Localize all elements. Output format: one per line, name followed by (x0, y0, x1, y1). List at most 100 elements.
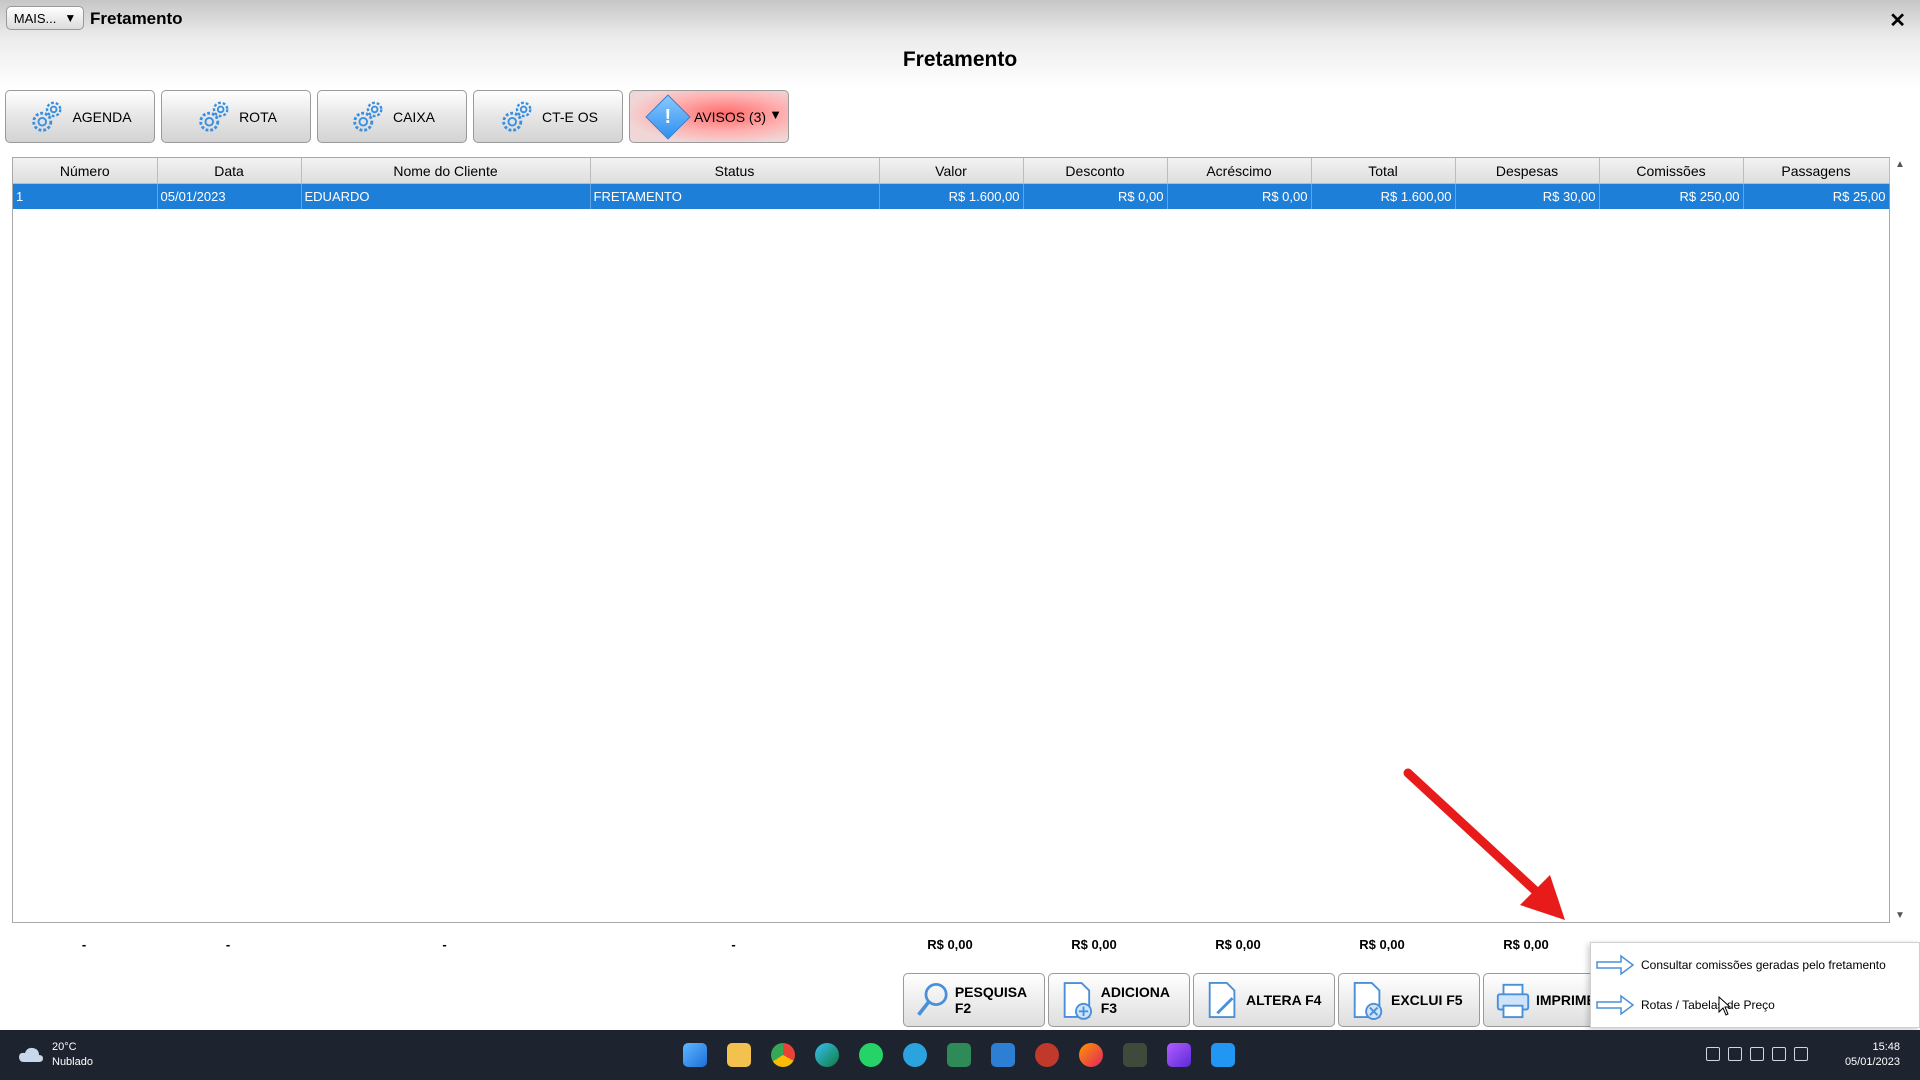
column-header-status[interactable]: Status (590, 158, 880, 184)
fretamento-app-icon[interactable] (1123, 1043, 1147, 1067)
rota-label: ROTA (239, 108, 277, 125)
total-acrescimo: R$ 0,00 (1215, 937, 1261, 952)
column-header-nome-cliente[interactable]: Nome do Cliente (301, 158, 591, 184)
column-header-total[interactable]: Total (1311, 158, 1456, 184)
remote-app-icon[interactable] (1211, 1043, 1235, 1067)
cell-acrescimo: R$ 0,00 (1167, 183, 1312, 209)
warning-icon: ! (645, 93, 691, 140)
firefox-icon[interactable] (1079, 1043, 1103, 1067)
document-delete-icon (1353, 981, 1383, 1020)
exclui-label: EXCLUI F5 (1391, 992, 1463, 1008)
scroll-up-icon[interactable]: ▲ (1895, 159, 1905, 170)
clock[interactable]: 15:48 05/01/2023 (1845, 1040, 1900, 1070)
column-header-desconto[interactable]: Desconto (1023, 158, 1168, 184)
total-valor: R$ 0,00 (927, 937, 973, 952)
weather-temperature: 20°C (52, 1041, 77, 1053)
clock-time: 15:48 (1872, 1041, 1900, 1053)
column-header-numero[interactable]: Número (13, 158, 158, 184)
app-icon[interactable] (1035, 1043, 1059, 1067)
gear-icon (28, 98, 66, 136)
rota-button[interactable]: ROTA (161, 90, 311, 143)
network-icon[interactable] (1772, 1047, 1786, 1061)
altera-label: ALTERA F4 (1246, 992, 1322, 1008)
cte-os-button[interactable]: CT-E OS (473, 90, 623, 143)
security-icon[interactable] (1728, 1047, 1742, 1061)
taskbar: 20°C Nublado 15:48 05/01/2023 (0, 1030, 1920, 1080)
column-header-passagens[interactable]: Passagens (1743, 158, 1890, 184)
fretamento-grid[interactable]: Número Data Nome do Cliente Status Valor… (12, 157, 1890, 923)
chevron-down-icon[interactable]: ▼ (769, 107, 782, 122)
vertical-scrollbar[interactable]: ▲ ▼ (1892, 157, 1908, 923)
mais-dropdown-button[interactable]: MAIS... ▼ (6, 6, 84, 30)
pesquisa-button[interactable]: PESQUISA F2 (903, 973, 1045, 1027)
caixa-label: CAIXA (392, 108, 435, 125)
volume-icon[interactable] (1794, 1047, 1808, 1061)
document-edit-icon (1208, 981, 1236, 1019)
grid-header-row: Número Data Nome do Cliente Status Valor… (13, 158, 1890, 184)
edge-icon[interactable] (815, 1043, 839, 1067)
gear-icon (349, 98, 387, 136)
spreadsheet-icon[interactable] (947, 1043, 971, 1067)
cell-status: FRETAMENTO (590, 183, 880, 209)
close-icon[interactable]: ✕ (1889, 8, 1906, 33)
avisos-button[interactable]: ! AVISOS (3) ▼ (629, 90, 789, 143)
arrow-right-icon (1596, 954, 1635, 976)
context-menu: Consultar comissões geradas pelo fretame… (1590, 942, 1920, 1028)
menu-item-label: Rotas / Tabelas de Preço (1641, 998, 1775, 1012)
cell-numero: 1 (13, 183, 158, 209)
arrow-right-icon (1596, 994, 1635, 1016)
menu-item-rotas-tabelas[interactable]: Rotas / Tabelas de Preço (1591, 987, 1920, 1023)
cell-passagens: R$ 25,00 (1743, 183, 1890, 209)
cell-valor: R$ 1.600,00 (879, 183, 1024, 209)
column-header-comissoes[interactable]: Comissões (1599, 158, 1744, 184)
windows-start-icon[interactable] (683, 1043, 707, 1067)
menu-item-label: Consultar comissões geradas pelo fretame… (1641, 958, 1886, 972)
cte-os-label: CT-E OS (541, 108, 598, 125)
red-arrow-annotation (1403, 768, 1565, 920)
gear-icon (498, 98, 536, 136)
cell-desconto: R$ 0,00 (1023, 183, 1168, 209)
title-bar: MAIS... ▼ Fretamento ✕ (0, 0, 1920, 38)
column-header-despesas[interactable]: Despesas (1455, 158, 1600, 184)
agenda-button[interactable]: AGENDA (5, 90, 155, 143)
altera-button[interactable]: ALTERA F4 (1193, 973, 1335, 1027)
weather-widget[interactable]: 20°C Nublado (18, 1040, 93, 1070)
whatsapp-icon[interactable] (859, 1043, 883, 1067)
system-tray[interactable] (1706, 1047, 1808, 1061)
total-desconto: R$ 0,00 (1071, 937, 1117, 952)
telegram-icon[interactable] (903, 1043, 927, 1067)
total-total: R$ 0,00 (1359, 937, 1405, 952)
total-despesas: R$ 0,00 (1503, 937, 1549, 952)
cell-comissoes: R$ 250,00 (1599, 183, 1744, 209)
table-row[interactable]: 1 05/01/2023 EDUARDO FRETAMENTO R$ 1.600… (13, 183, 1890, 209)
cell-nome-cliente: EDUARDO (301, 183, 591, 209)
weather-description: Nublado (52, 1056, 93, 1068)
adiciona-button[interactable]: ADICIONA F3 (1048, 973, 1190, 1027)
pesquisa-label: PESQUISA F2 (954, 984, 1027, 1016)
menu-item-consultar-comissoes[interactable]: Consultar comissões geradas pelo fretame… (1591, 947, 1920, 983)
transfer-app-icon[interactable] (991, 1043, 1015, 1067)
caixa-button[interactable]: CAIXA (317, 90, 467, 143)
column-header-acrescimo[interactable]: Acréscimo (1167, 158, 1312, 184)
column-header-valor[interactable]: Valor (879, 158, 1024, 184)
total-numero: - (81, 937, 87, 952)
cloud-icon (19, 1047, 43, 1062)
page-title: Fretamento (902, 48, 1018, 71)
document-add-icon (1063, 982, 1093, 1020)
exclui-button[interactable]: EXCLUI F5 (1338, 973, 1480, 1027)
gear-icon (195, 98, 233, 136)
agenda-label: AGENDA (72, 108, 132, 125)
file-explorer-icon[interactable] (727, 1043, 751, 1067)
usb-icon[interactable] (1706, 1047, 1720, 1061)
printer-icon (1496, 983, 1530, 1019)
scroll-down-icon[interactable]: ▼ (1895, 910, 1905, 921)
video-app-icon[interactable] (1167, 1043, 1191, 1067)
column-header-data[interactable]: Data (157, 158, 302, 184)
window-title: Fretamento (90, 9, 183, 28)
chevron-down-icon: ▼ (64, 11, 77, 25)
total-data: - (225, 937, 231, 952)
cloud-sync-icon[interactable] (1750, 1047, 1764, 1061)
search-icon (917, 982, 948, 1016)
cell-total: R$ 1.600,00 (1311, 183, 1456, 209)
chrome-icon[interactable] (771, 1043, 795, 1067)
